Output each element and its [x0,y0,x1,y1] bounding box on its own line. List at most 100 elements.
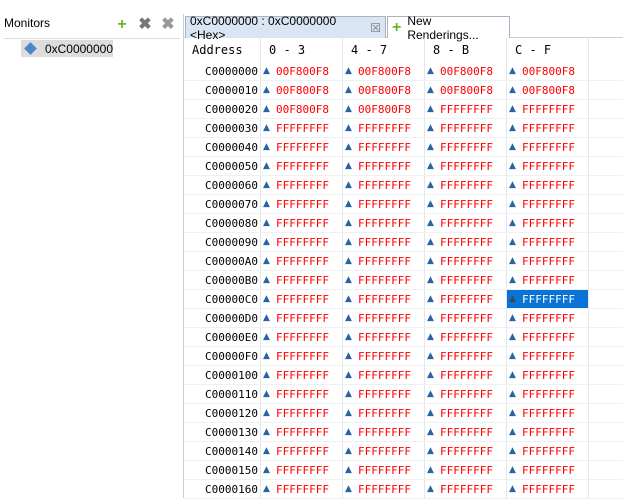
column-header[interactable]: C - F [507,38,589,62]
memory-value-cell[interactable]: ▲ FFFFFFFF [261,461,343,479]
memory-value-cell[interactable]: ▲ FFFFFFFF [425,385,507,403]
memory-value-cell[interactable]: ▲ FFFFFFFF [507,252,589,270]
memory-value-cell[interactable]: ▲ FFFFFFFF [425,290,507,308]
memory-value-cell[interactable]: ▲ FFFFFFFF [343,214,425,232]
memory-value-cell[interactable]: ▲ FFFFFFFF [425,309,507,327]
memory-value-cell[interactable]: ▲ FFFFFFFF [343,309,425,327]
memory-value-cell[interactable]: ▲ FFFFFFFF [425,461,507,479]
memory-value-cell[interactable]: ▲ FFFFFFFF [261,157,343,175]
column-header[interactable]: 0 - 3 [261,38,343,62]
remove-all-monitors-icon[interactable]: ✖ [161,17,175,33]
memory-value-cell[interactable]: ▲ 00F800F8 [343,100,425,118]
memory-value-cell[interactable]: ▲ FFFFFFFF [343,195,425,213]
memory-value-cell[interactable]: ▲ FFFFFFFF [343,366,425,384]
memory-value-cell[interactable]: ▲ 00F800F8 [261,62,343,80]
column-header[interactable]: 8 - B [425,38,507,62]
memory-value-cell[interactable]: ▲ FFFFFFFF [425,233,507,251]
memory-value-cell[interactable]: ▲ FFFFFFFF [507,328,589,346]
memory-value-cell[interactable]: ▲ FFFFFFFF [261,442,343,460]
tab-hex-rendering[interactable]: 0xC0000000 : 0xC0000000 <Hex> ☒ [185,14,386,42]
memory-value-cell[interactable]: ▲ FFFFFFFF [261,271,343,289]
memory-value-cell[interactable]: ▲ 00F800F8 [425,62,507,80]
memory-value-cell[interactable]: ▲ FFFFFFFF [425,423,507,441]
memory-value-cell[interactable]: ▲ FFFFFFFF [343,442,425,460]
memory-value-cell[interactable]: ▲ 00F800F8 [507,81,589,99]
memory-value-cell[interactable]: ▲ FFFFFFFF [507,100,589,118]
memory-value-cell[interactable]: ▲ FFFFFFFF [507,176,589,194]
memory-value-cell[interactable]: ▲ FFFFFFFF [425,195,507,213]
memory-value-cell[interactable]: ▲ FFFFFFFF [261,423,343,441]
memory-value-cell[interactable]: ▲ FFFFFFFF [507,404,589,422]
memory-value-cell[interactable]: ▲ FFFFFFFF [425,271,507,289]
memory-value-cell[interactable]: ▲ FFFFFFFF [261,119,343,137]
memory-value-cell[interactable]: ▲ FFFFFFFF [507,290,589,308]
memory-value-cell[interactable]: ▲ FFFFFFFF [507,157,589,175]
memory-value-cell[interactable]: ▲ FFFFFFFF [261,195,343,213]
memory-value-cell[interactable]: ▲ FFFFFFFF [507,138,589,156]
memory-value-cell[interactable]: ▲ FFFFFFFF [507,480,589,498]
memory-value-cell[interactable]: ▲ FFFFFFFF [261,366,343,384]
memory-value-cell[interactable]: ▲ 00F800F8 [343,62,425,80]
memory-value-cell[interactable]: ▲ FFFFFFFF [343,461,425,479]
memory-value-cell[interactable]: ▲ FFFFFFFF [425,138,507,156]
memory-value-cell[interactable]: ▲ FFFFFFFF [343,233,425,251]
memory-value-cell[interactable]: ▲ FFFFFFFF [261,385,343,403]
memory-value-cell[interactable]: ▲ FFFFFFFF [507,366,589,384]
memory-value-cell[interactable]: ▲ FFFFFFFF [343,119,425,137]
add-monitor-icon[interactable]: + [115,17,129,33]
memory-value-cell[interactable]: ▲ FFFFFFFF [507,442,589,460]
memory-value-cell[interactable]: ▲ 00F800F8 [343,81,425,99]
memory-value-cell[interactable]: ▲ FFFFFFFF [343,176,425,194]
memory-value-cell[interactable]: ▲ FFFFFFFF [507,214,589,232]
memory-value-cell[interactable]: ▲ FFFFFFFF [425,176,507,194]
memory-value-cell[interactable]: ▲ FFFFFFFF [261,328,343,346]
memory-value-cell[interactable]: ▲ FFFFFFFF [425,347,507,365]
memory-value-cell[interactable]: ▲ FFFFFFFF [343,423,425,441]
memory-value-cell[interactable]: ▲ FFFFFFFF [261,309,343,327]
memory-value-cell[interactable]: ▲ FFFFFFFF [507,423,589,441]
memory-value-cell[interactable]: ▲ FFFFFFFF [343,252,425,270]
memory-value-cell[interactable]: ▲ 00F800F8 [261,100,343,118]
memory-value-cell[interactable]: ▲ FFFFFFFF [425,480,507,498]
memory-value-cell[interactable]: ▲ 00F800F8 [425,81,507,99]
memory-value-cell[interactable]: ▲ FFFFFFFF [507,271,589,289]
memory-value-cell[interactable]: ▲ 00F800F8 [507,62,589,80]
memory-value-cell[interactable]: ▲ FFFFFFFF [425,157,507,175]
memory-value-cell[interactable]: ▲ FFFFFFFF [343,138,425,156]
memory-value-cell[interactable]: ▲ FFFFFFFF [261,138,343,156]
memory-value-cell[interactable]: ▲ FFFFFFFF [425,366,507,384]
memory-value-cell[interactable]: ▲ FFFFFFFF [343,404,425,422]
memory-value-cell[interactable]: ▲ FFFFFFFF [425,214,507,232]
memory-value-cell[interactable]: ▲ FFFFFFFF [507,233,589,251]
memory-value-cell[interactable]: ▲ FFFFFFFF [507,461,589,479]
tab-new-renderings[interactable]: + New Renderings... [387,14,510,42]
memory-value-cell[interactable]: ▲ FFFFFFFF [261,480,343,498]
memory-value-cell[interactable]: ▲ FFFFFFFF [343,157,425,175]
memory-value-cell[interactable]: ▲ FFFFFFFF [507,347,589,365]
monitor-item[interactable]: 0xC0000000 [21,40,113,57]
memory-value-cell[interactable]: ▲ FFFFFFFF [425,404,507,422]
memory-value-cell[interactable]: ▲ FFFFFFFF [261,404,343,422]
memory-value-cell[interactable]: ▲ FFFFFFFF [343,290,425,308]
memory-value-cell[interactable]: ▲ FFFFFFFF [425,442,507,460]
memory-value-cell[interactable]: ▲ FFFFFFFF [343,271,425,289]
memory-value-cell[interactable]: ▲ FFFFFFFF [425,119,507,137]
memory-value-cell[interactable]: ▲ FFFFFFFF [261,290,343,308]
close-icon[interactable]: ☒ [370,21,381,35]
memory-value-cell[interactable]: ▲ FFFFFFFF [425,252,507,270]
memory-value-cell[interactable]: ▲ FFFFFFFF [507,119,589,137]
memory-value-cell[interactable]: ▲ FFFFFFFF [343,328,425,346]
memory-value-cell[interactable]: ▲ FFFFFFFF [507,195,589,213]
memory-value-cell[interactable]: ▲ FFFFFFFF [343,347,425,365]
column-header[interactable]: 4 - 7 [343,38,425,62]
memory-value-cell[interactable]: ▲ 00F800F8 [261,81,343,99]
memory-value-cell[interactable]: ▲ FFFFFFFF [261,252,343,270]
memory-value-cell[interactable]: ▲ FFFFFFFF [507,309,589,327]
memory-value-cell[interactable]: ▲ FFFFFFFF [343,385,425,403]
remove-monitor-icon[interactable]: ✖ [138,17,152,33]
memory-value-cell[interactable]: ▲ FFFFFFFF [261,214,343,232]
memory-value-cell[interactable]: ▲ FFFFFFFF [261,347,343,365]
memory-value-cell[interactable]: ▲ FFFFFFFF [425,100,507,118]
memory-value-cell[interactable]: ▲ FFFFFFFF [261,176,343,194]
memory-value-cell[interactable]: ▲ FFFFFFFF [425,328,507,346]
